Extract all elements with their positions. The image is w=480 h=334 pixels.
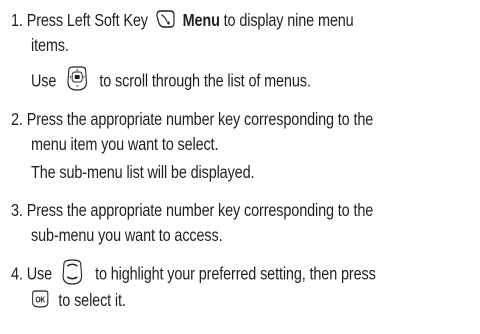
ok-key-icon: OK xyxy=(31,290,49,309)
left-soft-key-icon xyxy=(155,9,175,29)
menu-label: Menu xyxy=(182,10,220,30)
step-2-number: 2. xyxy=(11,109,23,129)
step-1-text-b: to display nine menu xyxy=(223,10,354,30)
step-4-line-2-text: to select it. xyxy=(58,290,126,310)
step-4-line-2: OK to select it. xyxy=(31,289,126,311)
step-2-line-2: menu item you want to select. xyxy=(31,134,219,154)
step-1-text-a: Press Left Soft Key xyxy=(26,10,148,30)
instruction-page: 1. Press Left Soft Key Menu to display n… xyxy=(0,0,480,334)
step-1-line-1: 1. Press Left Soft Key Menu to display n… xyxy=(11,9,354,31)
step-1-line-2: items. xyxy=(31,35,69,55)
up-down-navigation-icon xyxy=(60,259,85,285)
ok-key-label: OK xyxy=(35,295,46,305)
step-3-number: 3. xyxy=(11,200,23,220)
step-3-text: Press the appropriate number key corresp… xyxy=(26,200,374,220)
step-3-line-2: sub-menu you want to access. xyxy=(31,225,223,245)
step-2-sub: The sub-menu list will be displayed. xyxy=(31,162,255,182)
step-4-line-1: 4. Use to highlight your preferred setti… xyxy=(11,259,376,288)
step-1-number: 1. xyxy=(11,10,23,30)
step-3-line-1: 3. Press the appropriate number key corr… xyxy=(11,199,373,221)
step-1-sub-text: to scroll through the list of menus. xyxy=(99,70,311,91)
step-4-text: to highlight your preferred setting, the… xyxy=(95,263,376,284)
step-4-use: Use xyxy=(26,263,53,284)
navigation-key-icon xyxy=(65,66,89,92)
step-1-sub-use: Use xyxy=(31,70,57,91)
step-2-line-1: 2. Press the appropriate number key corr… xyxy=(11,108,373,130)
step-4-number: 4. xyxy=(11,263,23,284)
step-2-text: Press the appropriate number key corresp… xyxy=(26,109,374,129)
step-1-sub: Use to scroll through the list of menus. xyxy=(31,66,311,95)
